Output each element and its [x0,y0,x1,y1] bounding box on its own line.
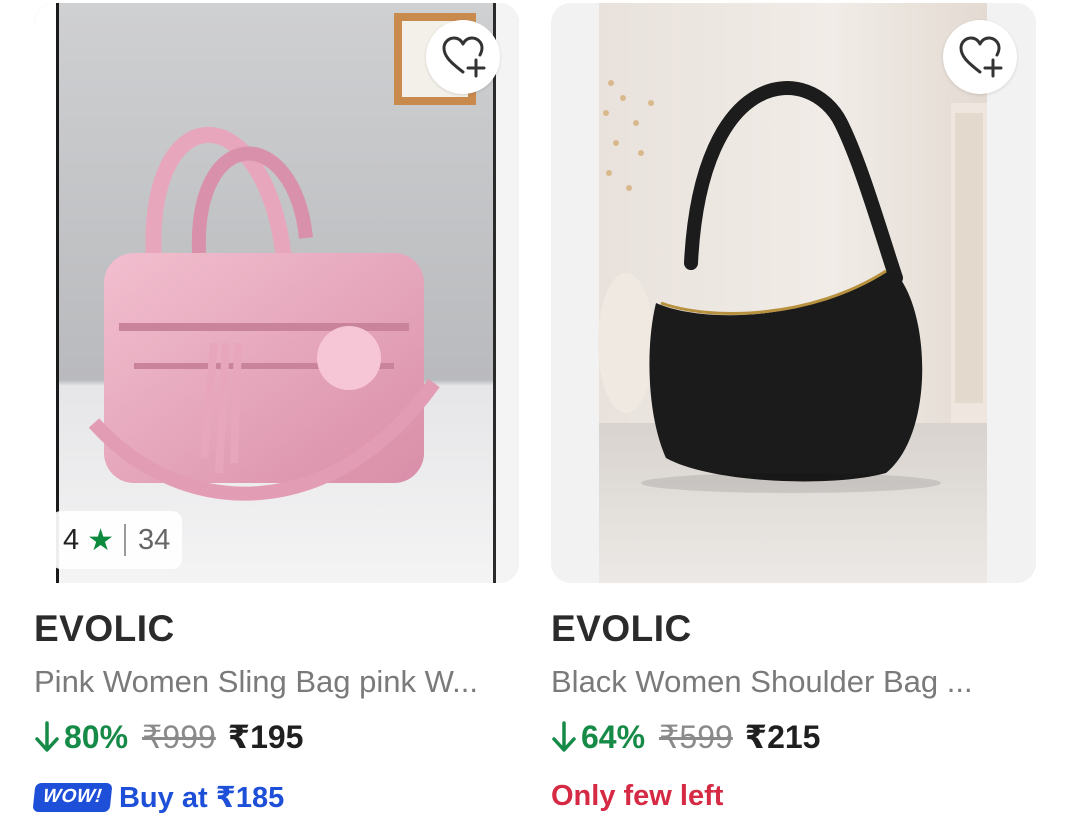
wishlist-add-icon [442,36,486,78]
wishlist-button[interactable] [426,20,500,94]
down-arrow-icon [35,721,59,752]
selling-price: ₹215 [744,719,821,755]
offer-row: WOW! Buy at ₹185 [32,780,285,815]
discount-percent: 80% [64,718,129,755]
price-row: 64% ₹599 ₹215 [551,718,820,756]
product-card-black-shoulder-bag[interactable]: EVOLIC Black Women Shoulder Bag ... 64% … [551,0,1036,839]
original-price: ₹999 [142,719,216,755]
product-brand: EVOLIC [551,608,692,649]
wishlist-button[interactable] [943,20,1017,94]
rating-separator [124,524,127,556]
rating-count: 34 [138,523,171,556]
product-card-pink-sling-bag[interactable]: 4 ★ 34 EVOLIC Pink Women Sling Bag pink … [32,0,519,839]
product-title[interactable]: Black Women Shoulder Bag ... [551,664,1036,700]
selling-price: ₹195 [227,719,304,755]
product-image-container[interactable] [551,3,1036,583]
original-price: ₹599 [659,719,733,755]
price-row: 80% ₹999 ₹195 [34,718,303,756]
product-brand: EVOLIC [34,608,175,649]
wishlist-add-icon [959,36,1003,78]
wow-badge: WOW! [32,783,113,812]
rating-value: 4 [63,523,80,556]
rating-badge: 4 ★ 34 [51,511,183,569]
stock-status: Only few left [551,780,724,812]
product-image-container[interactable]: 4 ★ 34 [34,3,519,583]
star-icon: ★ [87,523,115,557]
discount-percent: 64% [581,718,646,755]
offer-price-text: Buy at ₹185 [118,782,285,814]
product-title[interactable]: Pink Women Sling Bag pink W... [34,664,519,700]
stock-row: Only few left [551,780,723,813]
down-arrow-icon [552,721,576,752]
